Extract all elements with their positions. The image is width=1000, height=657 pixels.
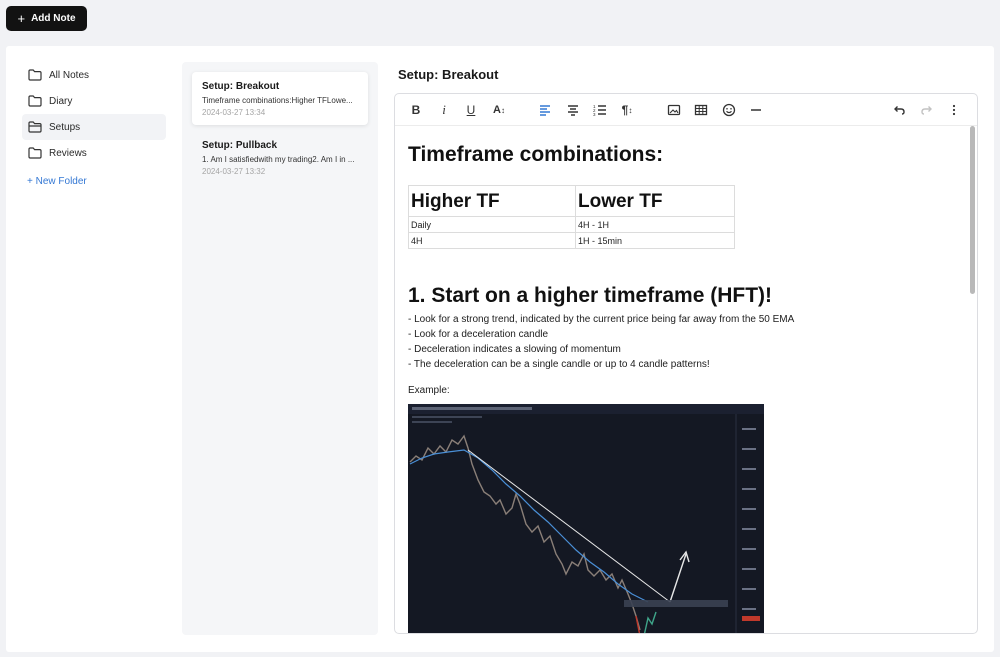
more-options-button[interactable] <box>943 100 965 120</box>
folder-setups[interactable]: Setups <box>22 114 166 140</box>
table-row: 4H 1H - 15min <box>408 232 735 249</box>
horizontal-rule-button[interactable] <box>745 100 767 120</box>
table-cell: 1H - 15min <box>575 232 735 249</box>
paragraph-button[interactable]: ¶ ↕ <box>616 100 638 120</box>
image-icon <box>667 104 681 116</box>
folder-icon <box>28 69 42 81</box>
insert-image-button[interactable] <box>663 100 685 120</box>
new-folder-link[interactable]: + New Folder <box>22 176 166 187</box>
folder-label: Diary <box>49 95 73 107</box>
more-vertical-icon <box>952 104 956 116</box>
table-icon <box>694 104 708 116</box>
italic-button[interactable]: i <box>433 100 455 120</box>
bullet-list: - Look for a strong trend, indicated by … <box>408 312 794 372</box>
example-label: Example: <box>408 385 450 396</box>
svg-text:3: 3 <box>593 112 596 117</box>
table-header-cell: Lower TF <box>575 185 735 217</box>
content-heading-1: Timeframe combinations: <box>408 143 664 166</box>
editor-toolbar: B i U A ↕ 123 ¶ ↕ <box>395 94 977 126</box>
list-item: - Look for a deceleration candle <box>408 329 549 340</box>
note-date: 2024-03-27 13:32 <box>202 167 266 176</box>
table-row: Daily 4H - 1H <box>408 216 735 233</box>
chart-screenshot-image <box>408 404 764 633</box>
align-center-icon <box>568 105 578 116</box>
undo-icon <box>894 106 905 115</box>
list-item: - The deceleration can be a single candl… <box>408 359 710 370</box>
insert-emoji-button[interactable] <box>718 100 740 120</box>
editor-scrollbar[interactable] <box>970 126 975 294</box>
table-cell: Daily <box>408 216 576 233</box>
note-item-pullback[interactable]: Setup: Pullback 1. Am I satisfiedwith my… <box>192 131 368 184</box>
folder-diary[interactable]: Diary <box>22 88 166 114</box>
folder-label: Setups <box>49 121 81 133</box>
redo-icon <box>921 106 932 115</box>
folder-open-icon <box>28 121 42 133</box>
add-note-label: Add Note <box>31 13 76 24</box>
horizontal-rule-icon <box>751 109 761 111</box>
main-panel: All Notes Diary Setups Reviews + New Fol… <box>6 46 994 652</box>
align-left-button[interactable] <box>534 100 556 120</box>
folder-label: Reviews <box>49 147 87 159</box>
undo-button[interactable] <box>888 100 910 120</box>
folder-icon <box>28 95 42 107</box>
ordered-list-icon: 123 <box>593 104 606 117</box>
table-cell: 4H - 1H <box>575 216 735 233</box>
underline-button[interactable]: U <box>460 100 482 120</box>
note-preview: Timeframe combinations:Higher TFLowe... <box>202 96 353 105</box>
timeframe-table: Higher TF Lower TF Daily 4H - 1H 4H 1H -… <box>408 185 735 249</box>
content-heading-2: 1. Start on a higher timeframe (HFT)! <box>408 284 773 307</box>
ordered-list-button[interactable]: 123 <box>589 100 611 120</box>
note-date: 2024-03-27 13:34 <box>202 108 266 117</box>
font-size-button[interactable]: A ↕ <box>488 100 510 120</box>
note-title: Setup: Breakout <box>202 81 280 92</box>
table-cell: 4H <box>408 232 576 249</box>
align-center-button[interactable] <box>562 100 584 120</box>
bold-button[interactable]: B <box>405 100 427 120</box>
note-list: Setup: Breakout Timeframe combinations:H… <box>182 62 378 635</box>
table-header-row: Higher TF Lower TF <box>408 185 735 217</box>
editor: B i U A ↕ 123 ¶ ↕ Timeframe combinations… <box>394 93 978 634</box>
plus-icon: + <box>17 11 26 26</box>
folder-reviews[interactable]: Reviews <box>22 140 166 166</box>
list-item: - Deceleration indicates a slowing of mo… <box>408 344 621 355</box>
list-item: - Look for a strong trend, indicated by … <box>408 314 795 325</box>
note-title: Setup: Pullback <box>202 140 278 151</box>
insert-table-button[interactable] <box>690 100 712 120</box>
table-header-cell: Higher TF <box>408 185 576 217</box>
folder-list: All Notes Diary Setups Reviews + New Fol… <box>22 62 166 187</box>
redo-button[interactable] <box>916 100 938 120</box>
add-note-button[interactable]: + Add Note <box>6 6 87 31</box>
note-preview: 1. Am I satisfiedwith my trading2. Am I … <box>202 155 355 164</box>
editor-title: Setup: Breakout <box>398 67 499 82</box>
align-left-icon <box>540 105 550 116</box>
note-item-breakout[interactable]: Setup: Breakout Timeframe combinations:H… <box>192 72 368 125</box>
smiley-icon <box>722 103 736 117</box>
folder-icon <box>28 147 42 159</box>
editor-content[interactable]: Timeframe combinations: Higher TF Lower … <box>395 126 977 633</box>
folder-label: All Notes <box>49 69 90 81</box>
folder-all-notes[interactable]: All Notes <box>22 62 166 88</box>
